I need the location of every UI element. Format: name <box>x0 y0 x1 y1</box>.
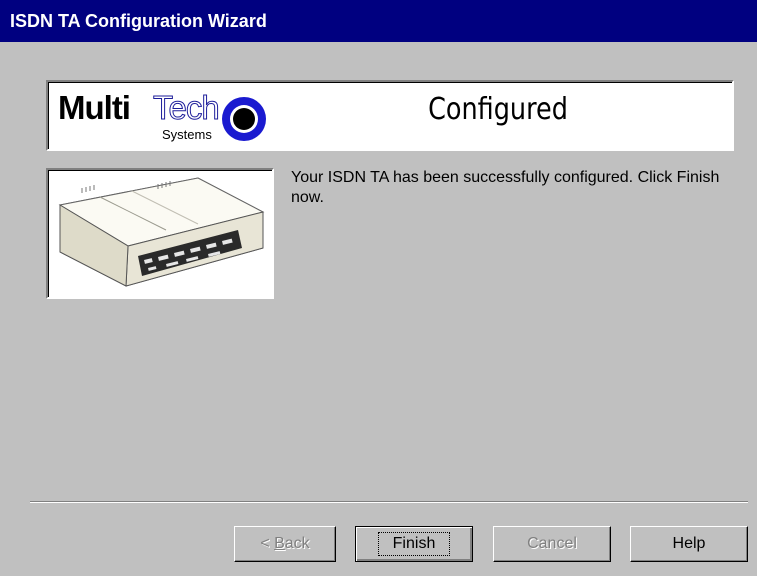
device-image <box>46 168 274 299</box>
header-banner: Multi Tech Systems Configured <box>46 80 734 151</box>
cancel-button[interactable]: Cancel <box>493 526 611 562</box>
status-message: Your ISDN TA has been successfully confi… <box>291 169 720 206</box>
window-title: ISDN TA Configuration Wizard <box>10 11 267 31</box>
page-title: Configured <box>428 92 568 127</box>
multitech-logo: Multi Tech Systems <box>54 89 276 145</box>
back-button[interactable]: < Back <box>234 526 336 562</box>
title-bar[interactable]: ISDN TA Configuration Wizard <box>0 0 757 42</box>
logo-ring-icon <box>222 97 266 141</box>
help-button[interactable]: Help <box>630 526 748 562</box>
wizard-window: ISDN TA Configuration Wizard Multi Tech … <box>0 0 757 576</box>
finish-button[interactable]: Finish <box>355 526 473 562</box>
isdn-ta-device-icon <box>58 177 265 287</box>
separator-line <box>30 501 748 503</box>
